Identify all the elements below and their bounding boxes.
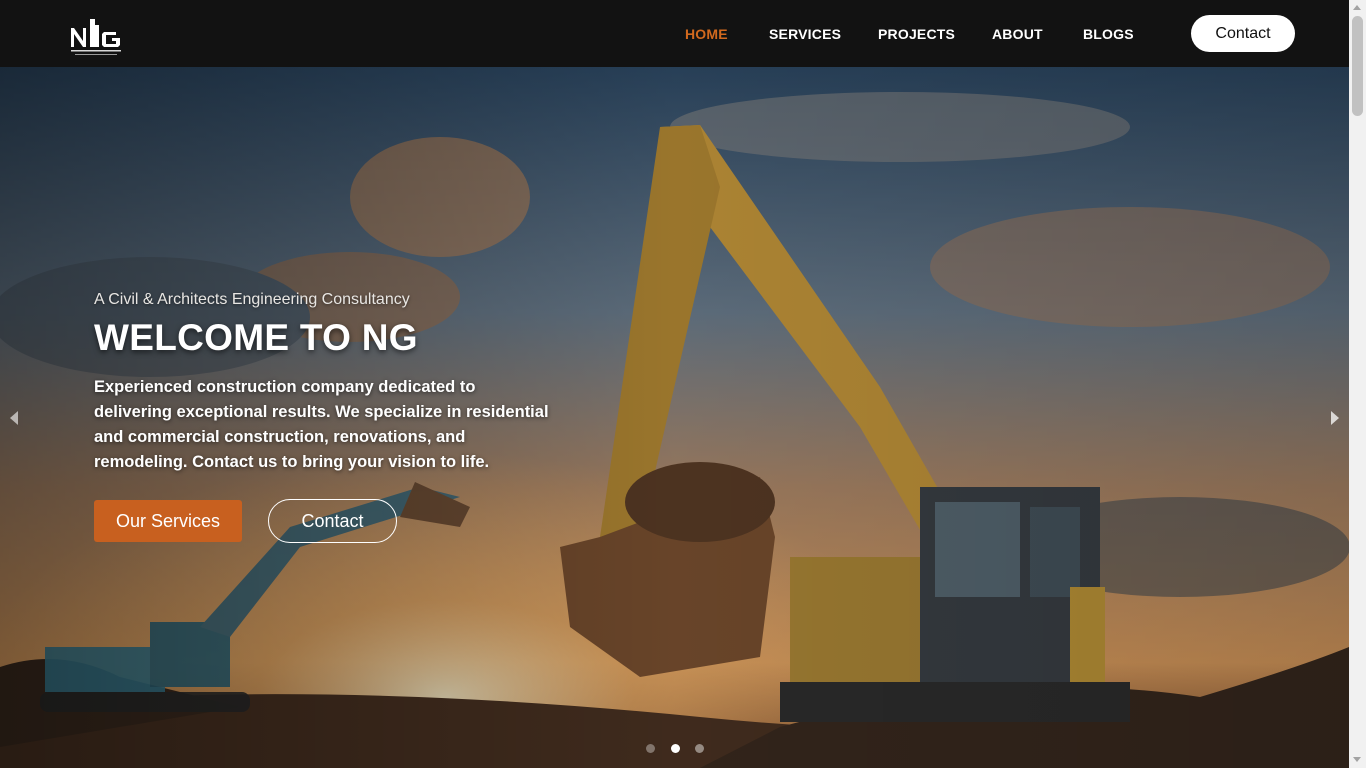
site-header: HOME SERVICES PROJECTS ABOUT BLOGS Conta… — [0, 0, 1349, 67]
hero-content: A Civil & Architects Engineering Consult… — [94, 291, 574, 475]
header-contact-button[interactable]: Contact — [1191, 15, 1295, 52]
hero-tagline: A Civil & Architects Engineering Consult… — [94, 291, 410, 308]
nav-home[interactable]: HOME — [685, 26, 728, 42]
hero-title: WELCOME TO NG — [94, 317, 418, 358]
nav-services[interactable]: SERVICES — [769, 26, 841, 42]
nav-about[interactable]: ABOUT — [992, 26, 1043, 42]
slide-dot-3[interactable] — [695, 744, 704, 753]
chevron-left-icon[interactable] — [7, 408, 21, 428]
our-services-button[interactable]: Our Services — [94, 500, 242, 542]
hero-contact-button[interactable]: Contact — [268, 499, 397, 543]
hero-description: Experienced construction company dedicat… — [94, 378, 549, 471]
nav-blogs[interactable]: BLOGS — [1083, 26, 1134, 42]
hero-slider: A Civil & Architects Engineering Consult… — [0, 67, 1349, 768]
page-scrollbar[interactable] — [1349, 0, 1366, 768]
scroll-up-icon[interactable] — [1353, 5, 1361, 10]
nav-projects[interactable]: PROJECTS — [878, 26, 955, 42]
slide-dot-2[interactable] — [671, 744, 680, 753]
ng-logo-icon[interactable] — [68, 16, 126, 58]
slide-dot-1[interactable] — [646, 744, 655, 753]
scroll-down-icon[interactable] — [1353, 757, 1361, 762]
scroll-thumb[interactable] — [1352, 16, 1363, 116]
chevron-right-icon[interactable] — [1328, 408, 1342, 428]
